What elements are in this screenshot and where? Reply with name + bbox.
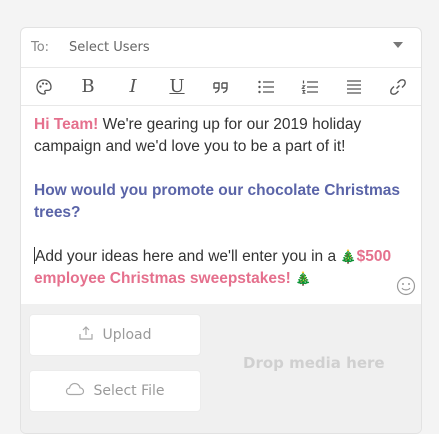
media-drop-zone[interactable]: Upload Select File Drop media here [21,304,421,433]
chevron-down-icon[interactable] [393,42,403,48]
bold-label: B [81,76,95,97]
palette-icon[interactable] [33,76,55,98]
italic-label: I [129,76,137,97]
drop-media-label: Drop media here [243,354,385,372]
numbered-list-icon[interactable] [299,76,321,98]
bulleted-list-icon[interactable] [255,76,277,98]
align-justify-icon[interactable] [343,76,365,98]
ideas-text: Add your ideas here and we'll enter you … [35,248,341,265]
christmas-tree-icon: 🎄 [340,249,357,264]
to-label: To: [31,40,50,55]
underline-button[interactable]: U [166,76,188,98]
ideas-paragraph: Add your ideas here and we'll enter you … [34,246,404,290]
quote-icon[interactable] [210,76,232,98]
recipient-row[interactable]: To: Select Users [21,28,421,68]
underline-label: U [169,76,185,97]
upload-button[interactable]: Upload [29,314,201,356]
cloud-icon [65,382,85,400]
christmas-tree-icon: 🎄 [295,271,312,286]
upload-label: Upload [102,327,152,343]
select-file-button[interactable]: Select File [29,370,201,412]
question-paragraph: How would you promote our chocolate Chri… [34,182,401,221]
bold-button[interactable]: B [77,76,99,98]
select-file-label: Select File [93,383,165,399]
formatting-toolbar: B I U [21,68,421,106]
link-icon[interactable] [387,76,409,98]
italic-button[interactable]: I [122,76,144,98]
select-users-dropdown[interactable]: Select Users [69,40,150,55]
upload-icon [78,325,94,345]
emoji-picker-icon[interactable] [396,276,416,296]
greeting-text: Hi Team! [34,116,99,133]
message-composer: To: Select Users B I U Hi Team! We're ge… [20,27,422,434]
intro-paragraph: Hi Team! We're gearing up for our 2019 h… [34,114,404,158]
